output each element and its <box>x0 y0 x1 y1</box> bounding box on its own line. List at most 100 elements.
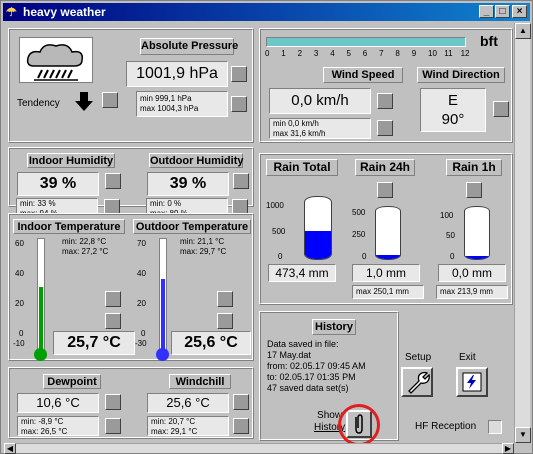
indoor-temperature-alarm-high[interactable] <box>105 291 121 307</box>
indoor-thermometer-fill <box>39 287 43 355</box>
wind-direction-letter: E <box>447 92 458 109</box>
outdoor-thermometer <box>159 238 167 356</box>
history-file-name: 17 May.dat <box>267 350 311 360</box>
rain-24h-cylinder <box>375 206 401 260</box>
indoor-temperature-min: min: 22,8 °C <box>62 237 107 246</box>
setup-label: Setup <box>405 352 432 363</box>
outdoor-tick-minus30: -30 <box>135 339 147 348</box>
wind-minmax-button[interactable] <box>377 120 393 136</box>
wind-speed-value: 0,0 km/h <box>269 88 371 114</box>
beaufort-tick-5: 5 <box>346 49 351 58</box>
exit-button[interactable] <box>456 367 488 397</box>
wind-panel: bft 0 1 2 3 4 5 6 7 8 9 10 11 12 Wind Speed Wind Dir… <box>259 28 513 143</box>
indoor-tick-minus10: -10 <box>13 339 25 348</box>
dewpoint-min: min: -8,9 °C <box>21 417 64 426</box>
dewpoint-title: Dewpoint <box>43 374 101 389</box>
outdoor-humidity-title: Outdoor Humidity <box>149 153 244 168</box>
wrench-icon <box>408 371 430 394</box>
wind-speed-alarm-button[interactable] <box>377 93 393 109</box>
outdoor-tick-0: 0 <box>141 329 146 338</box>
wind-minmax: min 0,0 km/h max 31,6 km/h <box>269 118 371 139</box>
pressure-minmax-button[interactable] <box>231 96 247 112</box>
scroll-right-arrow-icon[interactable]: ▶ <box>502 443 514 454</box>
outdoor-temperature-title: Outdoor Temperature <box>133 219 251 234</box>
rain-24h-fill <box>376 255 400 259</box>
rain-1h-fill <box>465 256 489 259</box>
scroll-left-arrow-icon[interactable]: ◀ <box>4 443 16 454</box>
minimize-button[interactable]: _ <box>479 5 494 18</box>
outdoor-temperature-min: min: 21,1 °C <box>180 237 225 246</box>
rain-1h-tick-0: 0 <box>450 252 455 261</box>
maximize-button[interactable]: □ <box>495 5 510 18</box>
tendency-alarm-button[interactable] <box>102 92 118 108</box>
beaufort-tick-6: 6 <box>362 49 368 58</box>
history-panel: History Data saved in file: 17 May.dat f… <box>259 311 399 443</box>
outdoor-temperature-minmax: min: 21,1 °C max: 29,7 °C <box>177 237 255 259</box>
beaufort-tick-12: 12 <box>460 49 470 58</box>
indoor-tick-40: 40 <box>15 269 24 278</box>
bft-label: bft <box>480 33 498 49</box>
windchill-minmax: min: 20,7 °C max: 29,1 °C <box>147 416 229 436</box>
beaufort-tick-9: 9 <box>411 49 417 58</box>
rain-1h-max: max 213,9 mm <box>436 285 508 299</box>
weather-forecast-icon <box>19 37 93 83</box>
indoor-humidity-min: min: 33 % <box>20 199 56 208</box>
windchill-minmax-button[interactable] <box>233 418 249 434</box>
outdoor-humidity-min: min: 0 % <box>150 199 182 208</box>
pressure-panel: Absolute Pressure 1001,9 hPa Tendency mi… <box>8 28 254 143</box>
rain-24h-title: Rain 24h <box>355 159 415 176</box>
indoor-humidity-alarm-button[interactable] <box>105 173 121 189</box>
title-bar[interactable]: ☂ heavy weather <box>3 3 530 21</box>
app-window: ☂ heavy weather _ □ × Absolute Pressure … <box>0 0 533 454</box>
outdoor-temperature-max: max: 29,7 °C <box>180 247 227 256</box>
outdoor-temperature-alarm-high[interactable] <box>217 291 233 307</box>
pressure-min: min 999,1 hPa <box>140 94 192 103</box>
rain-total-fill <box>305 231 331 259</box>
exit-label: Exit <box>459 352 476 363</box>
close-button[interactable]: × <box>512 5 527 18</box>
beaufort-tick-2: 2 <box>297 49 303 58</box>
history-count: 47 saved data set(s) <box>267 383 349 393</box>
indoor-humidity-title: Indoor Humidity <box>27 153 115 168</box>
history-line-1: Data saved in file: <box>267 339 339 349</box>
rain-total-tick-500: 500 <box>272 227 286 236</box>
pressure-value: 1001,9 hPa <box>126 61 228 87</box>
windchill-alarm-button[interactable] <box>233 394 249 410</box>
indoor-tick-60: 60 <box>15 239 24 248</box>
dewpoint-minmax-button[interactable] <box>105 418 121 434</box>
vertical-scrollbar[interactable]: ▲ ▼ <box>514 23 531 443</box>
rain-24h-alarm-button[interactable] <box>377 182 393 198</box>
wind-direction-alarm-button[interactable] <box>493 101 509 117</box>
indoor-temperature-minmax: min: 22,8 °C max: 27,2 °C <box>59 237 137 259</box>
outdoor-temperature-alarm-low[interactable] <box>217 313 233 329</box>
rain-1h-tick-100: 100 <box>440 211 454 220</box>
indoor-temperature-alarm-low[interactable] <box>105 313 121 329</box>
windchill-min: min: 20,7 °C <box>151 417 196 426</box>
rain-panel: Rain Total Rain 24h Rain 1h 1000 500 0 5… <box>259 153 513 305</box>
highlight-circle <box>338 404 380 443</box>
wind-min: min 0,0 km/h <box>273 119 319 128</box>
pressure-alarm-button[interactable] <box>231 66 247 82</box>
outdoor-tick-20: 20 <box>137 299 146 308</box>
rain-1h-alarm-button[interactable] <box>466 182 482 198</box>
horizontal-scrollbar[interactable]: ◀ ▶ <box>4 443 514 454</box>
setup-button[interactable] <box>401 367 433 397</box>
rain-total-tick-1000: 1000 <box>266 201 284 210</box>
scroll-down-arrow-icon[interactable]: ▼ <box>515 427 531 443</box>
temperature-panel: Indoor Temperature Outdoor Temperature 6… <box>8 213 254 361</box>
rain-24h-max: max 250,1 mm <box>352 285 424 299</box>
dewpoint-alarm-button[interactable] <box>105 394 121 410</box>
wind-speed-title: Wind Speed <box>323 67 403 83</box>
rain-24h-tick-0: 0 <box>362 252 367 261</box>
rain-total-tick-0: 0 <box>278 252 283 261</box>
scroll-up-arrow-icon[interactable]: ▲ <box>515 23 531 39</box>
indoor-tick-0: 0 <box>19 329 24 338</box>
window-title: heavy weather <box>23 5 106 19</box>
pressure-minmax: min 999,1 hPa max 1004,3 hPa <box>136 91 228 117</box>
indoor-temperature-max: max: 27,2 °C <box>62 247 109 256</box>
hf-reception-indicator <box>488 420 502 434</box>
beaufort-tick-0: 0 <box>265 49 270 58</box>
outdoor-humidity-alarm-button[interactable] <box>233 173 249 189</box>
outdoor-thermometer-bulb <box>156 348 169 361</box>
beaufort-tick-8: 8 <box>395 49 400 58</box>
